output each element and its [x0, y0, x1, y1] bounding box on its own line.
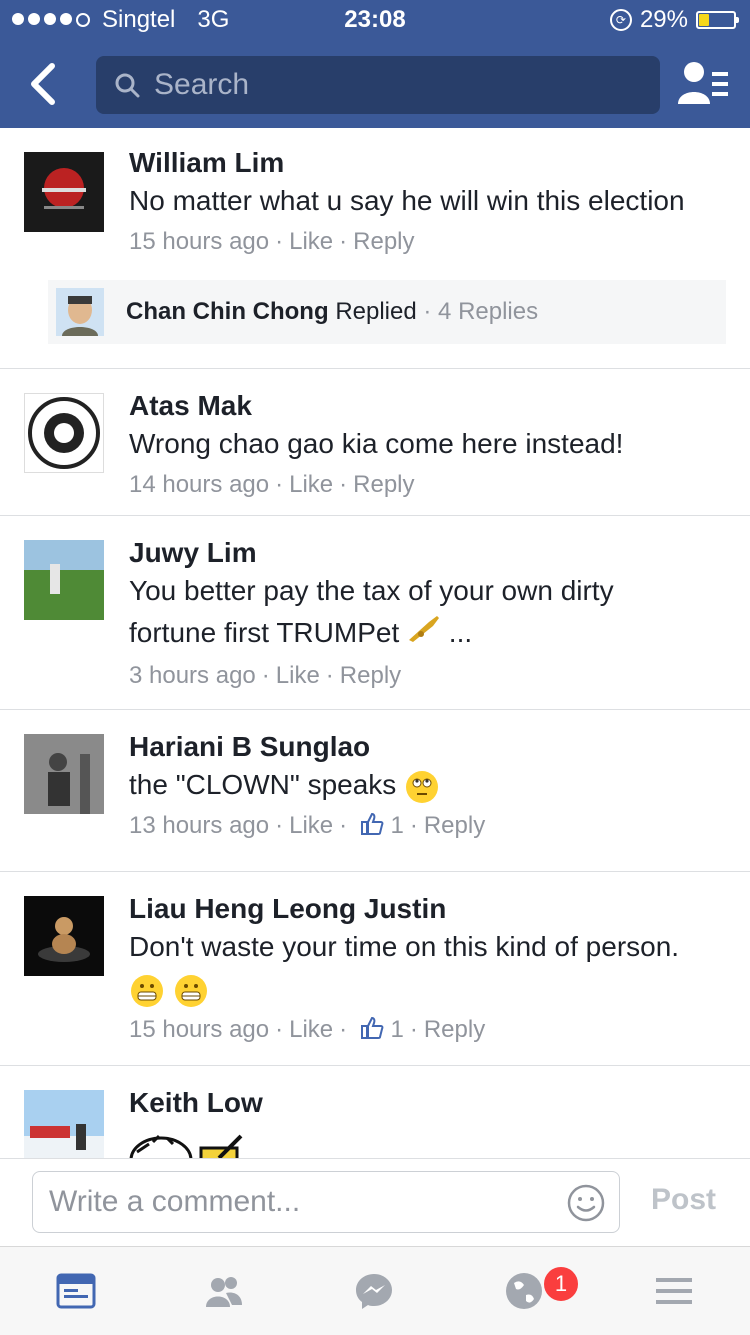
search-placeholder: Search	[154, 68, 250, 101]
comment-author[interactable]: Juwy Lim	[129, 536, 726, 570]
comment-text: Wrong chao gao kia come here instead!	[129, 428, 624, 459]
search-bar[interactable]: Search	[96, 56, 660, 114]
comment-author[interactable]: Hariani B Sunglao	[129, 730, 726, 764]
comment-text: the "CLOWN" speaks	[129, 769, 397, 800]
like-link[interactable]: Like	[289, 1016, 333, 1043]
replies-summary[interactable]: Chan Chin Chong Replied · 4 Replies	[48, 280, 726, 344]
rotation-lock-icon: ⟳	[609, 9, 632, 31]
reply-link[interactable]: Reply	[340, 662, 401, 689]
avatar[interactable]	[24, 393, 104, 473]
smiley-icon[interactable]	[567, 1184, 605, 1222]
comment-text-line: You better pay the tax of your own dirty	[129, 575, 614, 606]
comment-author[interactable]: Atas Mak	[129, 389, 726, 423]
grimacing-emoji-icon	[131, 974, 163, 1007]
rolling-eyes-emoji-icon	[406, 770, 439, 803]
comment-item: Hariani B Sunglao the "CLOWN" speaks 13 …	[0, 710, 750, 872]
comment-time: 13 hours ago	[129, 812, 270, 839]
reply-action: Replied	[335, 298, 417, 325]
comment-input-placeholder: Write a comment...	[49, 1185, 301, 1218]
avatar[interactable]	[24, 152, 104, 232]
avatar	[56, 288, 104, 336]
like-link[interactable]: Like	[289, 471, 333, 498]
comment-item: Juwy Lim You better pay the tax of your …	[0, 516, 750, 710]
like-count: 1	[390, 812, 404, 839]
comment-text: No matter what u say he will win this el…	[129, 185, 685, 216]
comment-text: Don't waste your time on this kind of pe…	[129, 931, 680, 962]
comment-composer: Write a comment... Post	[0, 1158, 750, 1247]
comment-time: 15 hours ago	[129, 228, 270, 255]
reply-link[interactable]: Reply	[353, 228, 414, 255]
news-feed-icon[interactable]	[56, 1271, 96, 1311]
tiger-emoji-icon	[129, 1130, 193, 1158]
see-more-ellipsis[interactable]: ...	[449, 617, 472, 648]
comment-item: Atas Mak Wrong chao gao kia come here in…	[0, 369, 750, 516]
comment-time: 15 hours ago	[129, 1016, 270, 1043]
thumbs-up-icon	[360, 1015, 384, 1051]
search-icon	[115, 73, 140, 98]
avatar[interactable]	[24, 1090, 104, 1158]
battery-icon	[696, 11, 739, 29]
thumbs-up-icon	[360, 811, 384, 847]
comments-feed[interactable]: William Lim No matter what u say he will…	[0, 128, 750, 1158]
battery-percent: 29%	[639, 6, 688, 33]
memo-emoji-icon	[197, 1130, 247, 1158]
reply-link[interactable]: Reply	[353, 471, 414, 498]
reply-author: Chan Chin Chong	[126, 298, 329, 325]
trumpet-emoji-icon	[407, 614, 441, 656]
comment-time: 14 hours ago	[129, 471, 270, 498]
post-button[interactable]: Post	[651, 1183, 716, 1217]
avatar[interactable]	[24, 734, 104, 814]
status-bar: Singtel 3G 23:08 ⟳ 29%	[0, 0, 750, 40]
friend-list-icon[interactable]	[676, 60, 732, 110]
comment-item: Liau Heng Leong Justin Don't waste your …	[0, 872, 750, 1066]
top-header: Singtel 3G 23:08 ⟳ 29% Search	[0, 0, 750, 128]
like-link[interactable]: Like	[289, 228, 333, 255]
comment-text-line: fortune first TRUMPet	[129, 617, 400, 648]
back-chevron-icon[interactable]	[22, 58, 66, 110]
avatar[interactable]	[24, 896, 104, 976]
notifications-globe-icon[interactable]	[504, 1271, 544, 1311]
tab-bar: 1	[0, 1246, 750, 1335]
avatar[interactable]	[24, 540, 104, 620]
grimacing-emoji-icon	[174, 974, 207, 1007]
comment-author[interactable]: Keith Low	[129, 1086, 726, 1120]
like-link[interactable]: Like	[276, 662, 320, 689]
like-link[interactable]: Like	[289, 812, 333, 839]
comment-author[interactable]: William Lim	[129, 146, 726, 180]
comment-item: William Lim No matter what u say he will…	[0, 128, 750, 369]
comment-author[interactable]: Liau Heng Leong Justin	[129, 892, 726, 926]
comment-time: 3 hours ago	[129, 661, 256, 689]
notifications-badge: 1	[542, 1265, 580, 1303]
menu-icon[interactable]	[654, 1271, 694, 1311]
messenger-icon[interactable]	[354, 1271, 394, 1311]
reply-count: 4 Replies	[438, 298, 539, 325]
comment-item: Keith Low	[0, 1066, 750, 1158]
reply-link[interactable]: Reply	[424, 812, 485, 839]
friend-requests-icon[interactable]	[204, 1271, 244, 1311]
reply-link[interactable]: Reply	[424, 1016, 485, 1043]
comment-input[interactable]: Write a comment...	[32, 1171, 620, 1233]
like-count: 1	[390, 1016, 404, 1043]
